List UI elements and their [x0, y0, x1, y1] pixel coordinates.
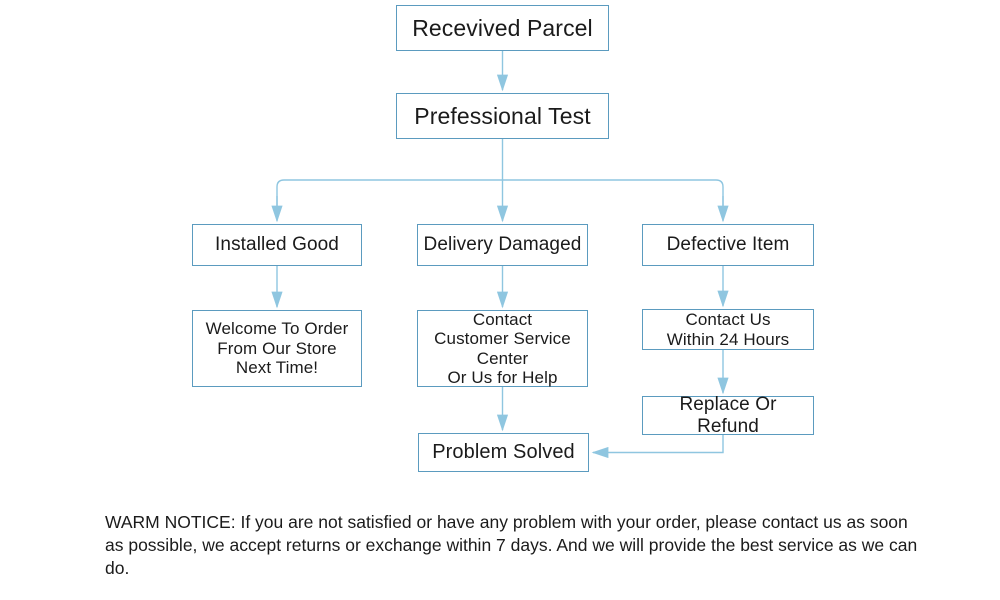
node-contact-us-within-24-hours[interactable]: Contact Us Within 24 Hours — [642, 309, 814, 350]
node-installed-good-label: Installed Good — [215, 234, 339, 256]
node-professional-test-label: Prefessional Test — [414, 102, 591, 129]
edge-replace-to-problem — [591, 435, 724, 459]
node-defective-item[interactable]: Defective Item — [642, 224, 814, 266]
node-welcome-to-order-label: Welcome To Order From Our Store Next Tim… — [205, 319, 349, 378]
node-welcome-to-order[interactable]: Welcome To Order From Our Store Next Tim… — [192, 310, 362, 387]
node-delivery-damaged-label: Delivery Damaged — [423, 234, 582, 256]
node-delivery-damaged[interactable]: Delivery Damaged — [417, 224, 588, 266]
node-defective-item-label: Defective Item — [666, 234, 790, 256]
node-professional-test[interactable]: Prefessional Test — [396, 93, 609, 139]
bus-corner-right — [715, 179, 724, 218]
node-installed-good[interactable]: Installed Good — [192, 224, 362, 266]
node-received-parcel[interactable]: Recevived Parcel — [396, 5, 609, 51]
node-replace-or-refund[interactable]: Replace Or Refund — [642, 393, 814, 437]
node-replace-or-refund-label: Replace Or Refund — [679, 393, 777, 437]
node-problem-solved-label: Problem Solved — [432, 441, 575, 464]
node-contact-customer-service[interactable]: Contact Customer Service Center Or Us fo… — [417, 310, 588, 387]
bus-corner-left — [276, 179, 285, 218]
node-problem-solved[interactable]: Problem Solved — [418, 433, 589, 472]
warm-notice-text: WARM NOTICE: If you are not satisfied or… — [105, 512, 918, 579]
flowchart-connectors — [271, 51, 729, 459]
node-contact-customer-service-label: Contact Customer Service Center Or Us fo… — [434, 309, 571, 387]
node-contact-us-within-24-hours-label: Contact Us Within 24 Hours — [666, 310, 790, 349]
node-received-parcel-label: Recevived Parcel — [412, 14, 593, 41]
